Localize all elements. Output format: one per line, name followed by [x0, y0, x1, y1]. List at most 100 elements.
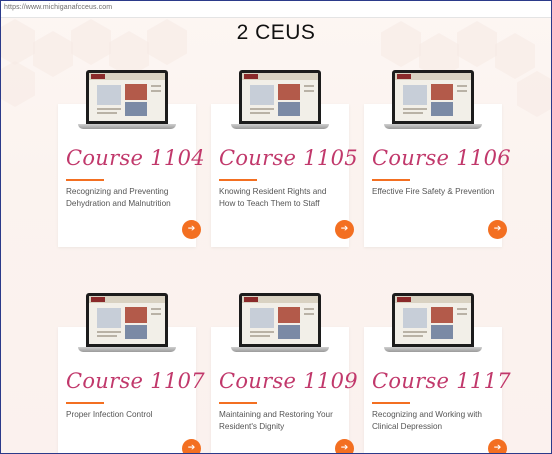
screenshot-text-line	[403, 108, 427, 110]
title-underline	[372, 402, 410, 404]
screenshot-logo	[397, 74, 411, 79]
laptop-base	[78, 124, 176, 129]
course-title[interactable]: Course 1105	[219, 146, 358, 170]
screenshot-text-line	[403, 112, 423, 114]
screenshot-image	[125, 102, 147, 116]
screenshot-text-line	[304, 308, 314, 310]
screenshot-image	[278, 325, 300, 339]
background-hexagon	[1, 61, 35, 107]
screenshot-image	[431, 307, 453, 323]
screenshot-image	[403, 308, 427, 328]
screenshot-image	[431, 325, 453, 339]
laptop-preview-image[interactable]	[384, 293, 482, 355]
screenshot-image	[97, 85, 121, 105]
title-underline	[219, 179, 257, 181]
screenshot-image	[125, 325, 147, 339]
screenshot-text-line	[151, 313, 161, 315]
screenshot-image	[278, 84, 300, 100]
screenshot-text-line	[250, 108, 274, 110]
laptop-base	[384, 347, 482, 352]
screenshot-text-line	[250, 112, 270, 114]
screenshot-image	[278, 307, 300, 323]
laptop-preview-image[interactable]	[78, 70, 176, 132]
laptop-base	[231, 124, 329, 129]
screenshot-image	[431, 84, 453, 100]
course-description: Effective Fire Safety & Prevention	[372, 187, 495, 196]
website-screenshot	[395, 73, 471, 121]
screenshot-text-line	[304, 90, 314, 92]
screenshot-logo	[244, 297, 258, 302]
screenshot-logo	[244, 74, 258, 79]
screenshot-image	[250, 85, 274, 105]
website-screenshot	[89, 296, 165, 344]
screenshot-image	[97, 308, 121, 328]
screenshot-text-line	[304, 85, 314, 87]
course-title[interactable]: Course 1117	[372, 369, 511, 393]
website-screenshot	[242, 73, 318, 121]
screenshot-logo	[91, 297, 105, 302]
url-text[interactable]: https://www.michiganafcceus.com	[4, 4, 112, 11]
course-description: Knowing Resident Rights and How to Teach…	[219, 187, 327, 208]
screenshot-text-line	[97, 108, 121, 110]
screenshot-text-line	[250, 335, 270, 337]
screenshot-text-line	[97, 335, 117, 337]
screenshot-text-line	[304, 313, 314, 315]
website-screenshot	[89, 73, 165, 121]
screenshot-image	[278, 102, 300, 116]
screenshot-text-line	[457, 308, 467, 310]
page-title: 2 CEUS	[236, 21, 316, 44]
website-screenshot	[395, 296, 471, 344]
laptop-screen	[239, 70, 321, 124]
title-underline	[66, 179, 104, 181]
screenshot-image	[431, 102, 453, 116]
screenshot-text-line	[151, 85, 161, 87]
screenshot-image	[125, 307, 147, 323]
screenshot-text-line	[457, 85, 467, 87]
address-bar[interactable]: https://www.michiganafcceus.com	[1, 1, 551, 18]
course-title[interactable]: Course 1104	[66, 146, 205, 170]
screenshot-logo	[91, 74, 105, 79]
laptop-screen	[86, 293, 168, 347]
background-hexagon	[517, 71, 551, 117]
browser-window: https://www.michiganafcceus.com 2 CEUS C…	[0, 0, 552, 454]
arrow-right-icon[interactable]: ➔	[335, 439, 354, 453]
screenshot-text-line	[403, 335, 423, 337]
screenshot-logo	[397, 297, 411, 302]
course-description: Proper Infection Control	[66, 410, 153, 419]
course-description: Recognizing and Working with Clinical De…	[372, 410, 482, 431]
arrow-right-icon[interactable]: ➔	[182, 220, 201, 239]
arrow-right-icon[interactable]: ➔	[488, 439, 507, 453]
title-underline	[219, 402, 257, 404]
website-screenshot	[242, 296, 318, 344]
screenshot-image	[250, 308, 274, 328]
screenshot-image	[125, 84, 147, 100]
title-underline	[372, 179, 410, 181]
laptop-preview-image[interactable]	[231, 70, 329, 132]
laptop-screen	[392, 293, 474, 347]
course-description: Maintaining and Restoring Your Resident'…	[219, 410, 333, 431]
screenshot-text-line	[250, 331, 274, 333]
course-description: Recognizing and Preventing Dehydration a…	[66, 187, 171, 208]
title-underline	[66, 402, 104, 404]
screenshot-text-line	[457, 313, 467, 315]
screenshot-text-line	[151, 90, 161, 92]
laptop-screen	[392, 70, 474, 124]
laptop-preview-image[interactable]	[78, 293, 176, 355]
screenshot-text-line	[97, 331, 121, 333]
arrow-right-icon[interactable]: ➔	[488, 220, 507, 239]
laptop-base	[384, 124, 482, 129]
arrow-right-icon[interactable]: ➔	[182, 439, 201, 453]
arrow-right-icon[interactable]: ➔	[335, 220, 354, 239]
screenshot-text-line	[151, 308, 161, 310]
laptop-preview-image[interactable]	[231, 293, 329, 355]
laptop-base	[231, 347, 329, 352]
course-title[interactable]: Course 1107	[66, 369, 205, 393]
screenshot-text-line	[457, 90, 467, 92]
course-title[interactable]: Course 1106	[372, 146, 511, 170]
laptop-preview-image[interactable]	[384, 70, 482, 132]
laptop-screen	[239, 293, 321, 347]
screenshot-image	[403, 85, 427, 105]
laptop-base	[78, 347, 176, 352]
laptop-screen	[86, 70, 168, 124]
course-title[interactable]: Course 1109	[219, 369, 358, 393]
